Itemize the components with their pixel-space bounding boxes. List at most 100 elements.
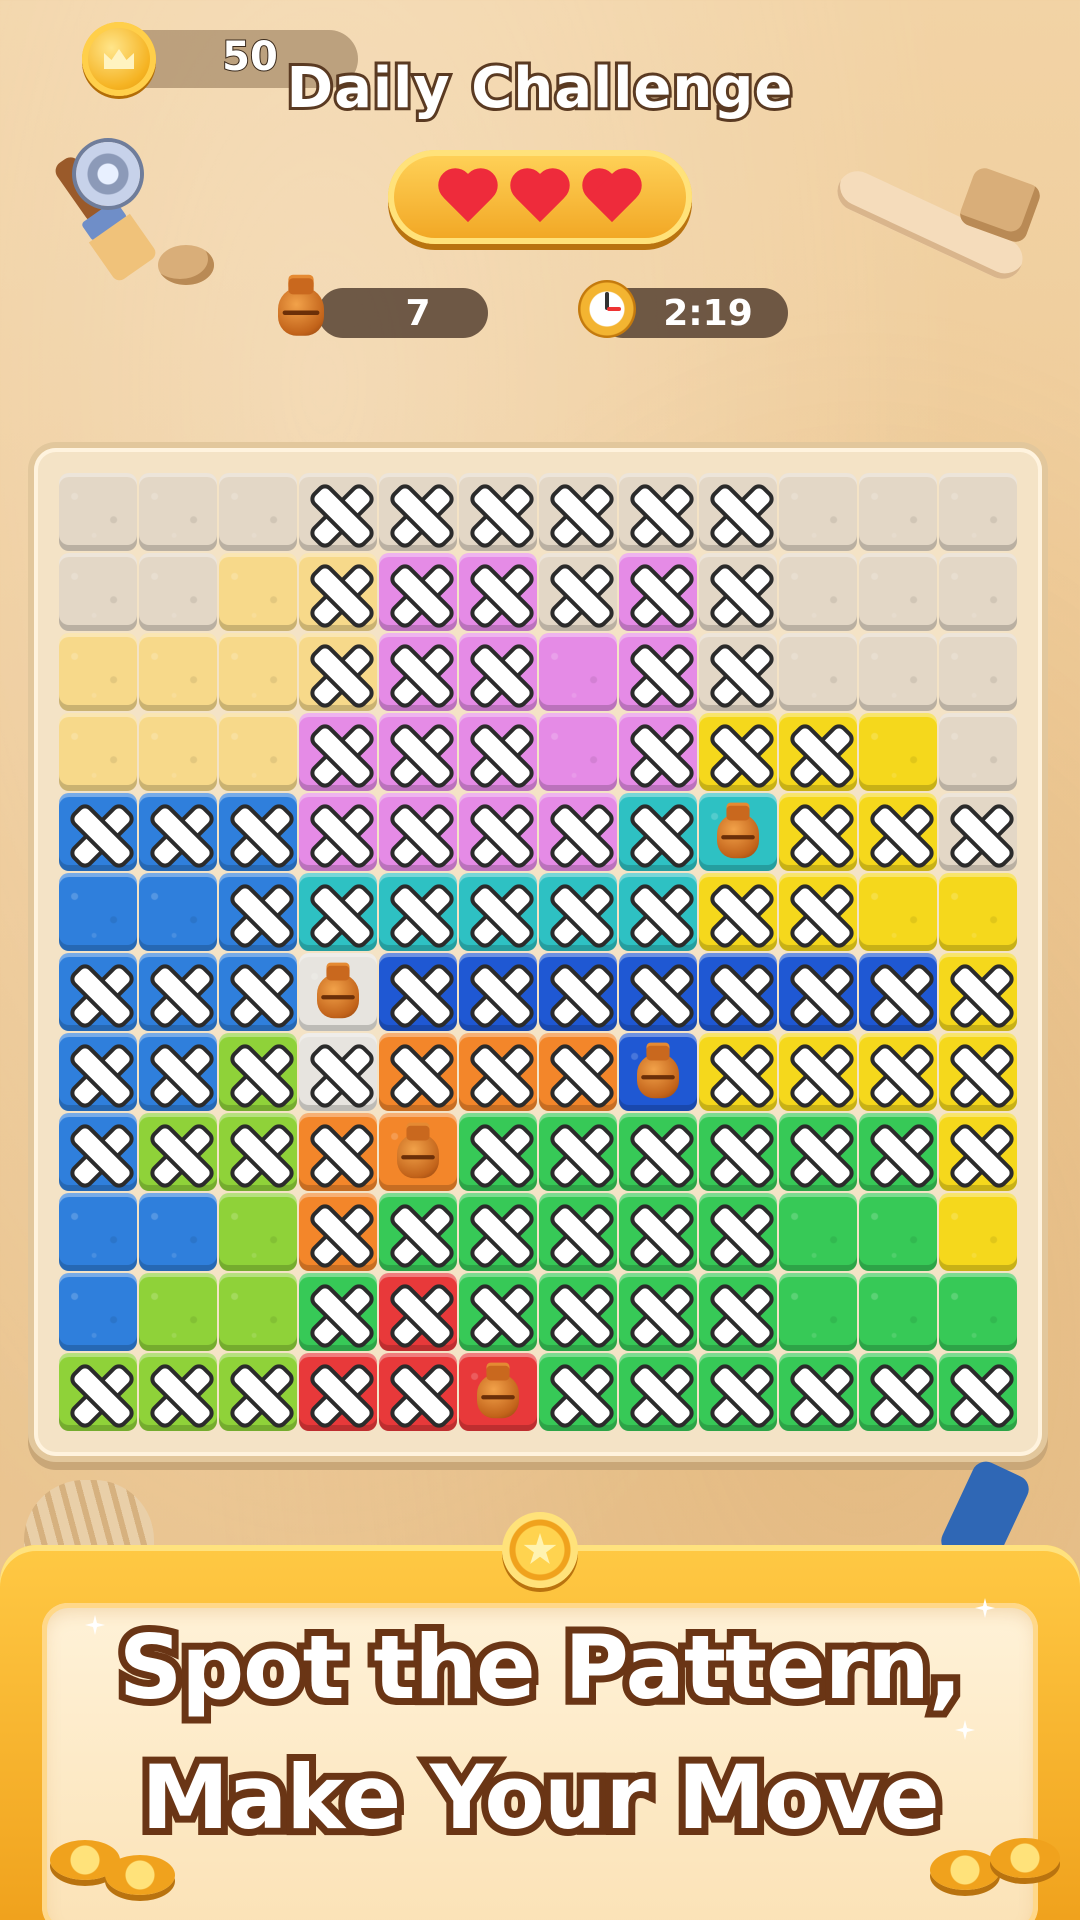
board-cell[interactable]	[859, 1113, 937, 1191]
board-cell[interactable]	[219, 873, 297, 951]
board-cell[interactable]	[619, 1193, 697, 1271]
board-cell[interactable]	[619, 793, 697, 871]
board-cell[interactable]	[219, 1113, 297, 1191]
board-cell[interactable]	[139, 1353, 217, 1431]
board-cell[interactable]	[299, 713, 377, 791]
board-cell[interactable]	[859, 953, 937, 1031]
board-cell[interactable]	[379, 1033, 457, 1111]
board-cell[interactable]	[379, 1353, 457, 1431]
board-cell[interactable]	[779, 953, 857, 1031]
board-cell[interactable]	[699, 553, 777, 631]
board-cell[interactable]	[699, 633, 777, 711]
board-cell[interactable]	[699, 1353, 777, 1431]
board-cell[interactable]	[539, 1193, 617, 1271]
board-cell[interactable]	[539, 473, 617, 551]
board-cell[interactable]	[859, 633, 937, 711]
board-cell[interactable]	[219, 1193, 297, 1271]
board-cell[interactable]	[459, 553, 537, 631]
board-cell[interactable]	[59, 633, 137, 711]
board-cell[interactable]	[779, 553, 857, 631]
board-cell[interactable]	[379, 873, 457, 951]
board-cell[interactable]	[139, 1273, 217, 1351]
board-cell[interactable]	[779, 1033, 857, 1111]
board-cell[interactable]	[219, 633, 297, 711]
board-cell[interactable]	[379, 473, 457, 551]
board-cell[interactable]	[779, 873, 857, 951]
board-cell[interactable]	[379, 1113, 457, 1191]
board-cell[interactable]	[219, 553, 297, 631]
board-cell[interactable]	[379, 1273, 457, 1351]
board-cell[interactable]	[139, 553, 217, 631]
board-cell[interactable]	[299, 873, 377, 951]
board-cell[interactable]	[219, 713, 297, 791]
board-cell[interactable]	[619, 873, 697, 951]
board-cell[interactable]	[779, 1353, 857, 1431]
board-cell[interactable]	[299, 1273, 377, 1351]
board-cell[interactable]	[139, 1193, 217, 1271]
board-cell[interactable]	[219, 953, 297, 1031]
board-cell[interactable]	[379, 553, 457, 631]
board-cell[interactable]	[459, 793, 537, 871]
board-cell[interactable]	[699, 793, 777, 871]
board-cell[interactable]	[139, 1033, 217, 1111]
board-cell[interactable]	[59, 713, 137, 791]
gear-icon[interactable]	[76, 142, 140, 206]
board-cell[interactable]	[59, 473, 137, 551]
board-cell[interactable]	[859, 713, 937, 791]
board-cell[interactable]	[299, 793, 377, 871]
board-cell[interactable]	[619, 1273, 697, 1351]
board-cell[interactable]	[219, 1353, 297, 1431]
board-cell[interactable]	[619, 1113, 697, 1191]
board-cell[interactable]	[219, 1273, 297, 1351]
board-cell[interactable]	[139, 953, 217, 1031]
board-cell[interactable]	[539, 553, 617, 631]
board-cell[interactable]	[939, 1033, 1017, 1111]
board-cell[interactable]	[459, 953, 537, 1031]
board-cell[interactable]	[779, 473, 857, 551]
board-cell[interactable]	[59, 793, 137, 871]
board-cell[interactable]	[939, 953, 1017, 1031]
board-cell[interactable]	[299, 553, 377, 631]
board-cell[interactable]	[459, 633, 537, 711]
board-cell[interactable]	[539, 1033, 617, 1111]
board-cell[interactable]	[59, 1193, 137, 1271]
board-cell[interactable]	[139, 793, 217, 871]
board-cell[interactable]	[619, 1353, 697, 1431]
board-cell[interactable]	[619, 953, 697, 1031]
board-cell[interactable]	[939, 473, 1017, 551]
board-cell[interactable]	[539, 953, 617, 1031]
board-cell[interactable]	[459, 1273, 537, 1351]
board-cell[interactable]	[539, 633, 617, 711]
board-cell[interactable]	[699, 473, 777, 551]
board-cell[interactable]	[539, 793, 617, 871]
board-cell[interactable]	[619, 713, 697, 791]
board-cell[interactable]	[699, 1273, 777, 1351]
board-cell[interactable]	[859, 553, 937, 631]
board-cell[interactable]	[139, 1113, 217, 1191]
board-cell[interactable]	[699, 1113, 777, 1191]
board-cell[interactable]	[619, 473, 697, 551]
board-cell[interactable]	[699, 1033, 777, 1111]
board-cell[interactable]	[939, 633, 1017, 711]
board-cell[interactable]	[379, 793, 457, 871]
board-cell[interactable]	[379, 953, 457, 1031]
board-cell[interactable]	[779, 1193, 857, 1271]
board-cell[interactable]	[699, 1193, 777, 1271]
board-cell[interactable]	[859, 873, 937, 951]
board-cell[interactable]	[299, 473, 377, 551]
board-cell[interactable]	[219, 1033, 297, 1111]
board-cell[interactable]	[859, 1193, 937, 1271]
board-cell[interactable]	[699, 713, 777, 791]
board-cell[interactable]	[939, 1273, 1017, 1351]
board-cell[interactable]	[59, 873, 137, 951]
board-cell[interactable]	[299, 1193, 377, 1271]
board-cell[interactable]	[59, 1273, 137, 1351]
board-cell[interactable]	[299, 1033, 377, 1111]
board-cell[interactable]	[459, 1353, 537, 1431]
board-cell[interactable]	[779, 1273, 857, 1351]
board-cell[interactable]	[299, 1353, 377, 1431]
board-cell[interactable]	[939, 793, 1017, 871]
board-cell[interactable]	[939, 713, 1017, 791]
board-cell[interactable]	[779, 633, 857, 711]
board-cell[interactable]	[139, 633, 217, 711]
